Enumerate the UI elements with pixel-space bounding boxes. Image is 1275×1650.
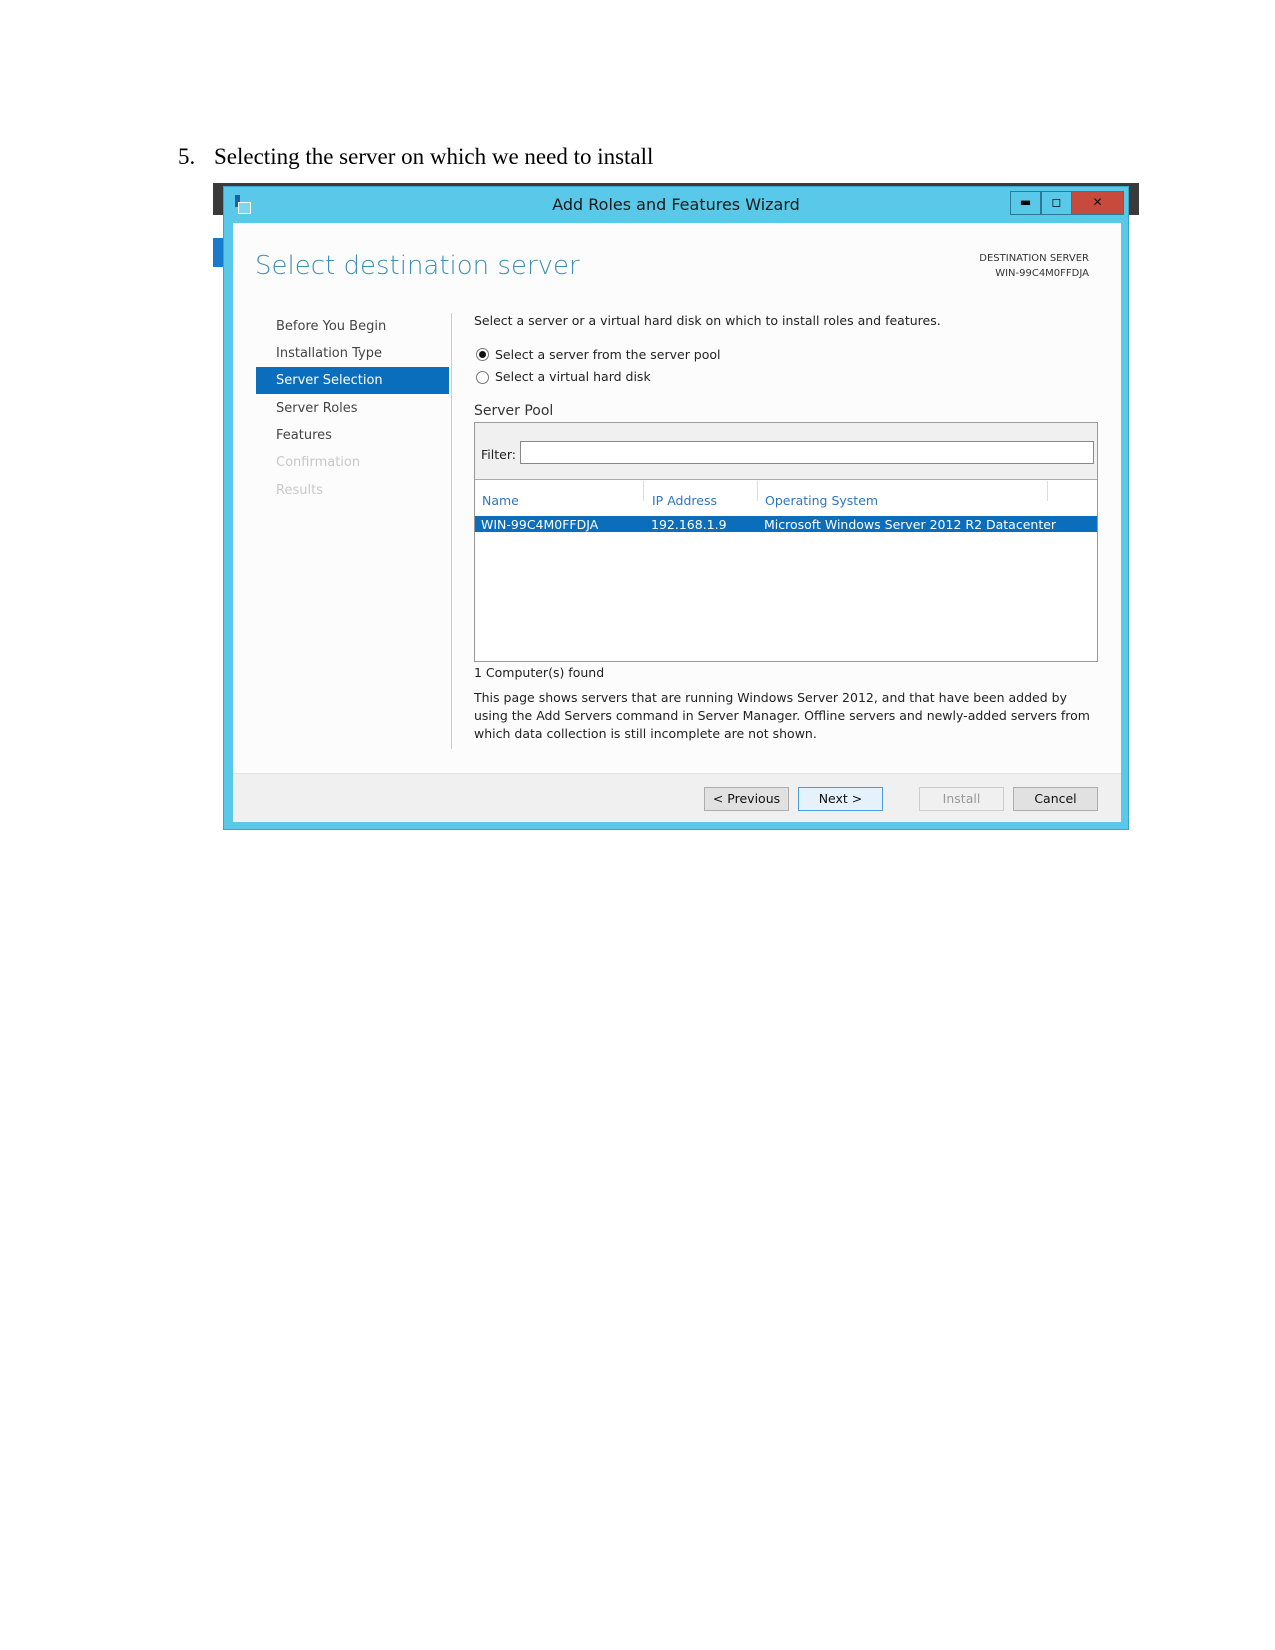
- nav-features[interactable]: Features: [276, 428, 332, 443]
- destination-value: WIN-99C4M0FFDJA: [995, 268, 1089, 279]
- background-accent: [213, 238, 223, 267]
- server-pool-box: Filter: Name IP Address Operating System…: [474, 422, 1098, 662]
- cell-ip: 192.168.1.9: [651, 517, 727, 532]
- radio-server-pool[interactable]: [476, 348, 489, 361]
- minimize-button[interactable]: ▬: [1010, 191, 1041, 215]
- option-server-pool-label[interactable]: Select a server from the server pool: [495, 347, 721, 362]
- filter-label: Filter:: [481, 447, 516, 462]
- nav-results: Results: [276, 483, 323, 498]
- cell-name: WIN-99C4M0FFDJA: [481, 517, 599, 532]
- option-virtual-disk-label[interactable]: Select a virtual hard disk: [495, 369, 651, 384]
- nav-server-selection[interactable]: Server Selection: [276, 373, 383, 388]
- column-header-ip[interactable]: IP Address: [652, 493, 717, 508]
- info-note: This page shows servers that are running…: [474, 690, 1090, 741]
- step-number: 5.: [178, 144, 196, 169]
- step-caption: Selecting the server on which we need to…: [214, 144, 654, 169]
- computers-found: 1 Computer(s) found: [474, 665, 605, 680]
- wizard-content: Select destination server DESTINATION SE…: [233, 223, 1121, 773]
- column-header-os[interactable]: Operating System: [765, 493, 878, 508]
- filter-input[interactable]: [520, 441, 1094, 464]
- previous-button[interactable]: < Previous: [704, 787, 789, 811]
- wizard-window: Add Roles and Features Wizard ▬ ◻ ✕ Sele…: [223, 186, 1129, 830]
- wizard-footer: < Previous Next > Install Cancel: [233, 773, 1121, 822]
- nav-confirmation: Confirmation: [276, 455, 361, 470]
- nav-before-you-begin[interactable]: Before You Begin: [276, 319, 386, 334]
- close-button[interactable]: ✕: [1071, 191, 1124, 215]
- page-title: Select destination server: [255, 251, 580, 281]
- nav-divider: [451, 313, 452, 749]
- column-header-name[interactable]: Name: [482, 493, 519, 508]
- intro-text: Select a server or a virtual hard disk o…: [474, 313, 941, 328]
- cell-os: Microsoft Windows Server 2012 R2 Datacen…: [764, 517, 1057, 532]
- radio-virtual-disk[interactable]: [476, 371, 489, 384]
- nav-server-roles[interactable]: Server Roles: [276, 401, 358, 416]
- destination-label: DESTINATION SERVER: [979, 253, 1089, 264]
- install-button: Install: [919, 787, 1004, 811]
- server-pool-title: Server Pool: [474, 403, 554, 419]
- window-title: Add Roles and Features Wizard: [552, 195, 800, 214]
- next-button[interactable]: Next >: [798, 787, 883, 811]
- cancel-button[interactable]: Cancel: [1013, 787, 1098, 811]
- destination-server: DESTINATION SERVER WIN-99C4M0FFDJA: [979, 251, 1089, 281]
- table-row[interactable]: WIN-99C4M0FFDJA 192.168.1.9 Microsoft Wi…: [475, 516, 1097, 532]
- maximize-button[interactable]: ◻: [1041, 191, 1072, 215]
- nav-installation-type[interactable]: Installation Type: [276, 346, 382, 361]
